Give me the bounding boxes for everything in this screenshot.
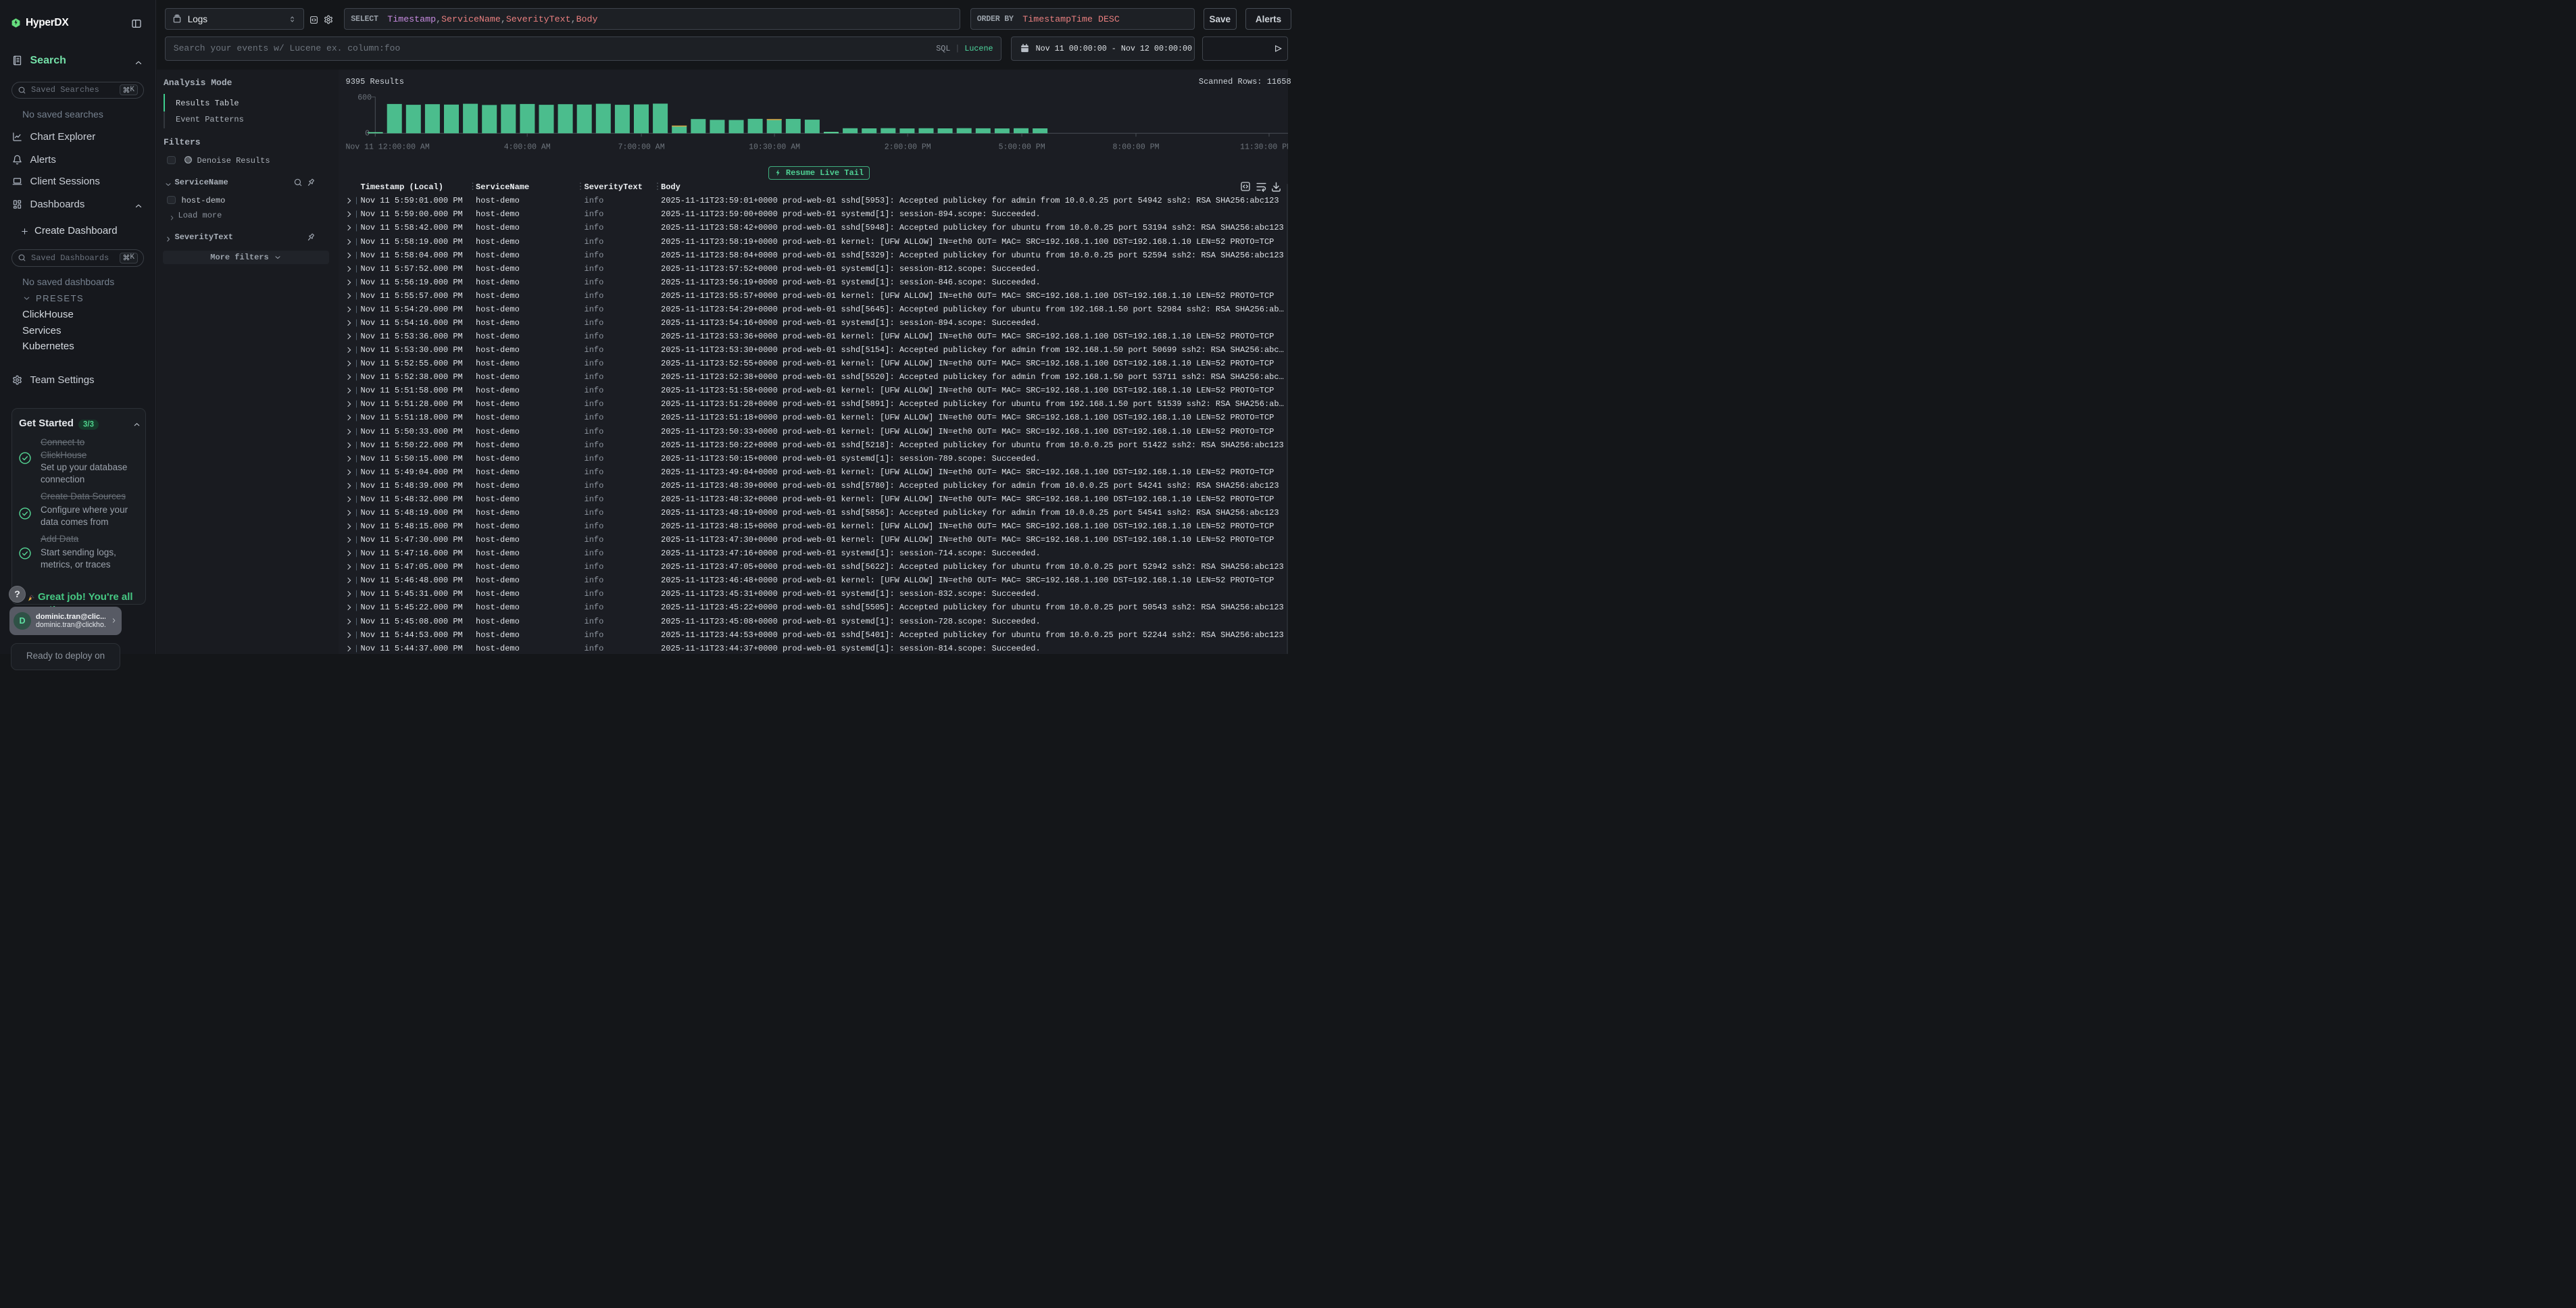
- svg-text:600: 600: [357, 94, 372, 103]
- svg-text:5:00:00 PM: 5:00:00 PM: [999, 143, 1045, 151]
- svg-text:2:00:00 PM: 2:00:00 PM: [885, 143, 931, 151]
- svg-text:4:00:00 AM: 4:00:00 AM: [504, 143, 551, 151]
- svg-text:7:00:00 AM: 7:00:00 AM: [618, 143, 665, 151]
- svg-text:10:30:00 AM: 10:30:00 AM: [749, 143, 800, 151]
- svg-text:Nov 11 12:00:00 AM: Nov 11 12:00:00 AM: [346, 143, 430, 151]
- svg-text:11:30:00 PM: 11:30:00 PM: [1240, 143, 1288, 151]
- svg-text:8:00:00 PM: 8:00:00 PM: [1112, 143, 1159, 151]
- svg-text:0: 0: [365, 130, 370, 139]
